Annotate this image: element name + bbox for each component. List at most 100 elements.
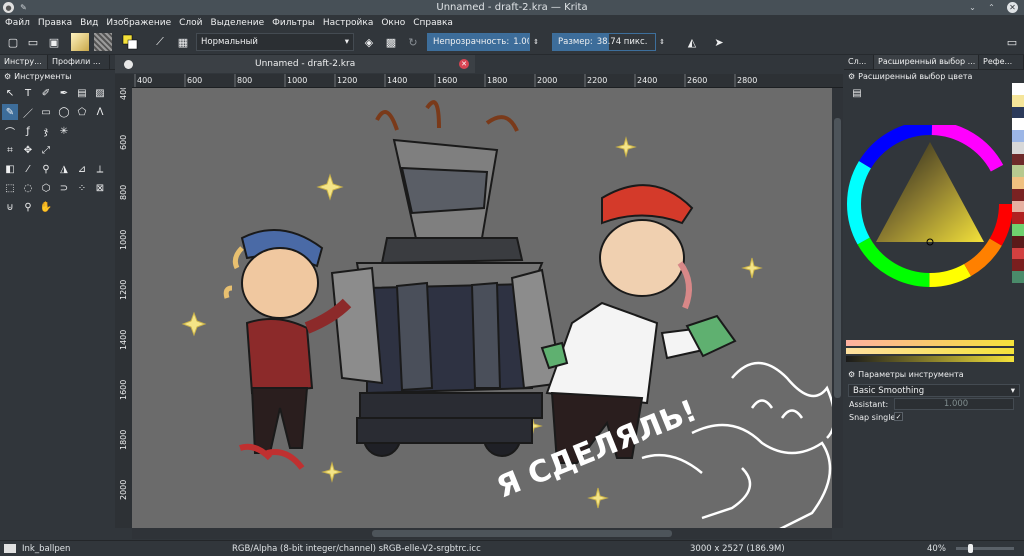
tab-advanced-color[interactable]: Расширенный выбор ... [874, 55, 979, 69]
open-document-icon[interactable]: ▭ [24, 33, 42, 51]
color-swatch[interactable] [1012, 177, 1024, 189]
bezier-select-tool-icon[interactable]: ⊍ [2, 199, 18, 215]
gradient-tool-icon[interactable]: ◧ [2, 161, 18, 177]
color-swatch[interactable] [1012, 130, 1024, 142]
new-document-icon[interactable]: ▢ [4, 33, 22, 51]
freehand-brush-tool-icon[interactable]: ✎ [2, 104, 18, 120]
save-document-icon[interactable]: ▣ [45, 33, 63, 51]
freehand-select-tool-icon[interactable]: ⊃ [56, 180, 72, 196]
crop-tool-icon[interactable]: ⌗ [2, 142, 18, 158]
color-swatch[interactable] [1012, 259, 1024, 272]
tab-brush-profiles[interactable]: Профили ... [48, 55, 110, 69]
pattern-swatch[interactable] [94, 33, 112, 51]
pan-tool-icon[interactable]: ✋ [38, 199, 54, 215]
color-wheel[interactable] [844, 125, 1014, 295]
ellipse-select-tool-icon[interactable]: ◌ [20, 180, 36, 196]
horizontal-scrollbar[interactable] [132, 528, 832, 539]
horizontal-scroll-handle[interactable] [372, 530, 672, 537]
polygon-tool-icon[interactable]: ⬠ [74, 104, 90, 120]
color-swatch[interactable] [1012, 200, 1024, 213]
line-tool-icon[interactable]: ／ [20, 104, 36, 120]
freehand-path-tool-icon[interactable]: ƒ [20, 123, 36, 139]
color-settings-icon[interactable]: ▤ [850, 86, 864, 100]
ellipse-tool-icon[interactable]: ◯ [56, 104, 72, 120]
color-swatch[interactable] [1012, 83, 1024, 95]
vertical-scroll-handle[interactable] [834, 118, 841, 398]
minimize-icon[interactable]: ⌄ [967, 2, 978, 13]
value-slider[interactable] [846, 356, 1014, 362]
document-tab[interactable]: Unnamed - draft-2.kra ✕ [115, 55, 475, 73]
color-swatch[interactable] [1012, 141, 1024, 154]
mirror-vertical-icon[interactable]: ➤ [710, 33, 728, 51]
select-shape-tool-icon[interactable]: ↖ [2, 85, 18, 101]
size-spin-icon[interactable]: ⇕ [657, 33, 667, 51]
transform-tool-icon[interactable]: ⤢ [38, 142, 54, 158]
color-swatch[interactable] [1012, 94, 1024, 107]
fg-bg-color-icon[interactable] [121, 33, 139, 51]
contiguous-select-tool-icon[interactable]: ⁘ [74, 180, 90, 196]
color-swatch[interactable] [1012, 153, 1024, 166]
assistant-magnetism-slider[interactable]: 1.000 [894, 398, 1014, 410]
menu-edit[interactable]: Правка [38, 18, 72, 28]
pattern-editing-icon[interactable]: ▨ [92, 85, 108, 101]
menu-filters[interactable]: Фильтры [272, 18, 315, 28]
maximize-icon[interactable]: ⌃ [986, 2, 997, 13]
similar-select-tool-icon[interactable]: ⊠ [92, 180, 108, 196]
zoom-slider[interactable] [956, 547, 1014, 550]
gradient-editing-icon[interactable]: ▤ [74, 85, 90, 101]
calligraphy-tool-icon[interactable]: ✒ [56, 85, 72, 101]
snap-single-checkbox[interactable]: ✓ [894, 412, 903, 421]
mirror-horizontal-icon[interactable]: ◭ [683, 33, 701, 51]
color-swatch[interactable] [1012, 188, 1024, 201]
color-swatch[interactable] [1012, 247, 1024, 260]
color-swatch[interactable] [1012, 118, 1024, 131]
opacity-slider[interactable]: Непрозрачность: 1.00 [427, 33, 530, 51]
measure-tool-icon[interactable]: ⟂ [92, 161, 108, 177]
fill-tool-icon[interactable]: ◮ [56, 161, 72, 177]
color-swatch[interactable] [1012, 235, 1024, 248]
color-swatch[interactable] [1012, 224, 1024, 236]
polyline-tool-icon[interactable]: ᐱ [92, 104, 108, 120]
rectangle-tool-icon[interactable]: ▭ [38, 104, 54, 120]
close-icon[interactable]: ✕ [1007, 2, 1018, 13]
assistant-tool-icon[interactable]: ⊿ [74, 161, 90, 177]
menu-view[interactable]: Вид [80, 18, 98, 28]
color-swatch[interactable] [1012, 165, 1024, 178]
reload-preset-icon[interactable]: ↻ [404, 33, 422, 51]
menu-image[interactable]: Изображение [106, 18, 171, 28]
menu-help[interactable]: Справка [413, 18, 453, 28]
zoom-tool-icon[interactable]: ⚲ [20, 199, 36, 215]
brush-presets-icon[interactable]: ▦ [174, 33, 192, 51]
gear-icon[interactable]: ⚙ [4, 72, 11, 81]
text-tool-icon[interactable]: T [20, 85, 36, 101]
gear-icon[interactable]: ⚙ [848, 72, 855, 81]
color-swatch[interactable] [1012, 106, 1024, 119]
multibrush-tool-icon[interactable]: ✳ [56, 123, 72, 139]
brush-settings-icon[interactable]: ⟋ [151, 33, 169, 51]
color-swatch[interactable] [1012, 212, 1024, 225]
hue-slider[interactable] [846, 340, 1014, 346]
color-picker-tool-icon[interactable]: ⁄ [20, 161, 36, 177]
smoothing-select[interactable]: Basic Smoothing ▾ [848, 384, 1020, 397]
menu-window[interactable]: Окно [381, 18, 405, 28]
gear-icon[interactable]: ⚙ [848, 370, 855, 379]
dynamic-brush-tool-icon[interactable]: ჯ [38, 123, 54, 139]
zoom-slider-handle[interactable] [968, 544, 973, 553]
edit-shapes-tool-icon[interactable]: ✐ [38, 85, 54, 101]
preserve-alpha-icon[interactable]: ▩ [382, 33, 400, 51]
size-slider[interactable]: Размер: 38.74 пикс. [552, 33, 656, 51]
menu-file[interactable]: Файл [5, 18, 30, 28]
menu-select[interactable]: Выделение [211, 18, 265, 28]
tab-reference[interactable]: Рефе... [979, 55, 1024, 69]
drawing-canvas[interactable]: Я СДЕЛЯЛЬ! [132, 88, 832, 528]
workspace-icon[interactable]: ▭ [1003, 33, 1021, 51]
blend-mode-select[interactable]: Нормальный ▾ [196, 33, 354, 51]
gradient-swatch[interactable] [71, 33, 89, 51]
rect-select-tool-icon[interactable]: ⬚ [2, 180, 18, 196]
colorize-mask-tool-icon[interactable]: ⚲ [38, 161, 54, 177]
menu-layer[interactable]: Слой [179, 18, 202, 28]
menu-settings[interactable]: Настройка [323, 18, 374, 28]
move-tool-icon[interactable]: ✥ [20, 142, 36, 158]
bezier-tool-icon[interactable]: ⌒ [2, 123, 18, 139]
saturation-slider[interactable] [846, 348, 1014, 354]
